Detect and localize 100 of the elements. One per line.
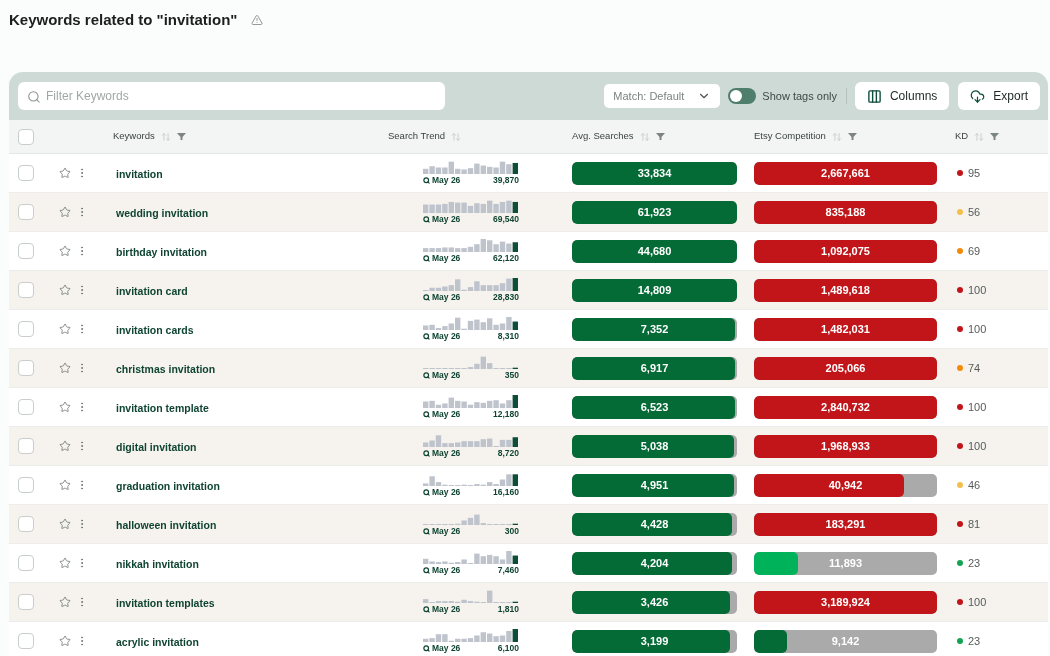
avg-searches-value: 33,834 [637,167,672,179]
match-dropdown[interactable]: Match: Default [604,84,721,108]
warning-icon [251,14,264,26]
filter-icon[interactable] [655,133,665,140]
keyword-link[interactable]: wedding invitation [116,207,209,219]
search-icon [423,566,430,574]
trend-date: May 26 [432,175,461,185]
page-title: Keywords related to "invitation" [9,10,238,30]
trend-value: 16,160 [493,487,519,497]
checkbox[interactable] [18,282,34,298]
kd-value: 100 [968,282,987,298]
competition-value: 2,667,661 [821,167,870,179]
checkbox[interactable] [18,204,34,220]
star-icon[interactable] [59,557,71,569]
column-header[interactable]: KD [955,129,969,144]
kd-value: 100 [968,438,987,454]
filter-icon[interactable] [176,133,186,140]
toggle-switch[interactable] [728,88,757,104]
checkbox[interactable] [18,360,34,376]
trend-date: May 26 [432,565,461,575]
competition-value: 11,893 [828,557,862,569]
star-icon[interactable] [59,362,71,374]
star-icon[interactable] [59,518,71,530]
trend-value: 300 [504,526,519,536]
keyword-link[interactable]: invitation [116,168,163,180]
column-header[interactable]: Etsy Competition [754,129,826,144]
column-header[interactable]: Avg. Searches [572,129,634,144]
keyword-link[interactable]: birthday invitation [116,246,207,258]
keyword-link[interactable]: christmas invitation [116,363,216,375]
trend-date: May 26 [432,409,461,419]
competition-value: 1,482,031 [821,323,870,335]
trend-value: 8,310 [497,331,519,341]
checkbox[interactable] [18,165,34,181]
keyword-link[interactable]: invitation cards [116,324,194,336]
checkbox[interactable] [18,399,34,415]
trend-value: 7,460 [497,565,519,575]
search-icon [423,371,430,379]
checkbox[interactable] [18,243,34,259]
filter-icon[interactable] [847,133,857,140]
checkbox[interactable] [18,555,34,571]
cloud-download-icon [970,88,986,104]
search-icon [423,332,430,340]
avg-searches-value: 61,923 [637,206,672,218]
star-icon[interactable] [59,401,71,413]
checkbox[interactable] [18,594,34,610]
keyword-link[interactable]: invitation template [116,402,209,414]
keyword-link[interactable]: digital invitation [116,441,197,453]
kd-value: 100 [968,321,987,337]
keyword-link[interactable]: graduation invitation [116,480,220,492]
columns-icon [866,88,882,104]
checkbox[interactable] [18,128,34,145]
keyword-link[interactable]: nikkah invitation [116,558,199,570]
checkbox[interactable] [18,438,34,454]
columns-button[interactable]: Columns [854,82,950,110]
trend-date: May 26 [432,214,461,224]
sort-icon[interactable] [160,131,171,142]
star-icon[interactable] [59,245,71,257]
star-icon[interactable] [59,479,71,491]
keyword-link[interactable]: invitation templates [116,597,215,609]
sort-icon[interactable] [831,131,842,142]
checkbox[interactable] [18,477,34,493]
trend-date: May 26 [432,448,461,458]
sort-icon[interactable] [639,131,650,142]
trend-date: May 26 [432,292,461,302]
column-header[interactable]: Keywords [113,129,155,144]
search-icon [423,644,430,652]
star-icon[interactable] [59,596,71,608]
checkbox[interactable] [18,633,34,649]
search-icon [423,254,430,262]
search-icon [423,293,430,301]
search-icon [423,605,430,613]
trend-date: May 26 [432,604,461,614]
sort-icon[interactable] [974,131,985,142]
star-icon[interactable] [59,206,71,218]
filter-field[interactable]: Filter Keywords [18,82,445,110]
trend-value: 8,720 [497,448,519,458]
keyword-link[interactable]: invitation card [116,285,188,297]
checkbox[interactable] [18,321,34,337]
star-icon[interactable] [59,323,71,335]
star-icon[interactable] [59,440,71,452]
column-header[interactable]: Search Trend [388,129,446,144]
star-icon[interactable] [59,635,71,647]
avg-searches-value: 14,809 [637,284,672,296]
keyword-link[interactable]: halloween invitation [116,519,217,531]
star-icon[interactable] [59,167,71,179]
kd-value: 69 [968,243,981,259]
checkbox[interactable] [18,516,34,532]
keyword-link[interactable]: acrylic invitation [116,636,199,648]
star-icon[interactable] [59,284,71,296]
kd-value: 95 [968,165,981,181]
kd-value: 23 [968,555,981,571]
avg-searches-value: 6,523 [640,401,669,413]
kd-value: 46 [968,477,981,493]
trend-date: May 26 [432,643,461,653]
sort-icon[interactable] [451,131,462,142]
competition-value: 1,489,618 [821,284,870,296]
competition-value: 183,291 [825,518,866,530]
search-icon [423,488,430,496]
export-button[interactable]: Export [958,82,1040,110]
filter-icon[interactable] [990,133,1000,140]
